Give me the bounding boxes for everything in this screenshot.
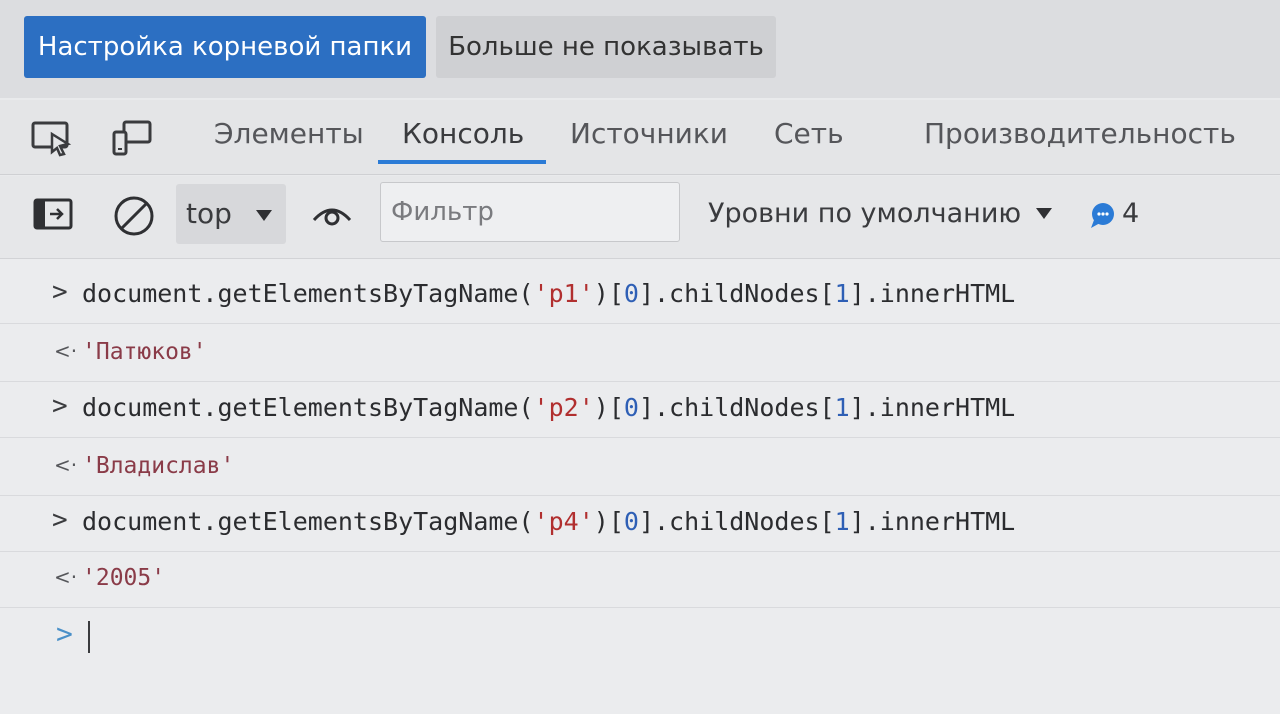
console-result[interactable]: 'Патюков' [82,339,207,365]
console-input-row: > document.getElementsByTagName('p2')[0]… [0,381,1280,438]
filter-input[interactable] [380,182,680,242]
console-prompt-input[interactable]: > [0,611,1280,661]
active-tab-indicator [378,160,546,164]
prompt-symbol: > [52,391,68,421]
prompt-symbol: > [56,617,73,650]
tab-network[interactable]: Сеть [774,114,844,154]
console-command[interactable]: document.getElementsByTagName('p4')[0].c… [82,507,1015,536]
text-cursor [88,621,90,653]
result-symbol: <· [54,453,78,477]
infobar: Настройка корневой папки Больше не показ… [0,0,1280,98]
result-symbol: <· [54,339,78,363]
device-emulation-icon[interactable] [110,118,154,158]
console-result-row: <· '2005' [0,551,1280,608]
log-levels-label: Уровни по умолчанию [708,198,1022,229]
tab-sources[interactable]: Источники [570,114,728,154]
console-result-row: <· 'Владислав' [0,439,1280,496]
chevron-down-icon [256,210,272,221]
log-levels-dropdown[interactable]: Уровни по умолчанию [708,184,1052,244]
console-result[interactable]: 'Владислав' [82,453,234,479]
eye-icon[interactable] [310,196,354,236]
chevron-down-icon [1036,208,1052,219]
prompt-symbol: > [52,505,68,535]
configure-root-folder-button[interactable]: Настройка корневой папки [24,16,426,78]
console-input-row: > document.getElementsByTagName('p4')[0]… [0,495,1280,552]
console-output[interactable]: > document.getElementsByTagName('p1')[0]… [0,259,1280,714]
tab-elements[interactable]: Элементы [214,114,364,154]
message-count: 4 [1122,198,1140,229]
console-toolbar: top Уровни по умолчанию 4 [0,176,1280,259]
console-input-row: > document.getElementsByTagName('p1')[0]… [0,267,1280,324]
context-selector[interactable]: top [176,184,286,244]
context-label: top [186,197,232,230]
devtools-tab-bar: Элементы Консоль Источники Сеть Производ… [0,100,1280,175]
console-command[interactable]: document.getElementsByTagName('p2')[0].c… [82,393,1015,422]
tab-console[interactable]: Консоль [402,114,524,154]
result-symbol: <· [54,565,78,589]
console-result[interactable]: '2005' [82,565,165,591]
console-command[interactable]: document.getElementsByTagName('p1')[0].c… [82,279,1015,308]
clear-console-icon[interactable] [112,194,156,236]
console-result-row: <· 'Патюков' [0,325,1280,382]
prompt-symbol: > [52,277,68,307]
inspect-element-icon[interactable] [30,118,74,158]
sidebar-toggle-icon[interactable] [32,196,76,236]
message-bubble-icon[interactable] [1088,200,1118,240]
tab-performance[interactable]: Производительность [924,114,1236,154]
dont-show-again-button[interactable]: Больше не показывать [436,16,776,78]
